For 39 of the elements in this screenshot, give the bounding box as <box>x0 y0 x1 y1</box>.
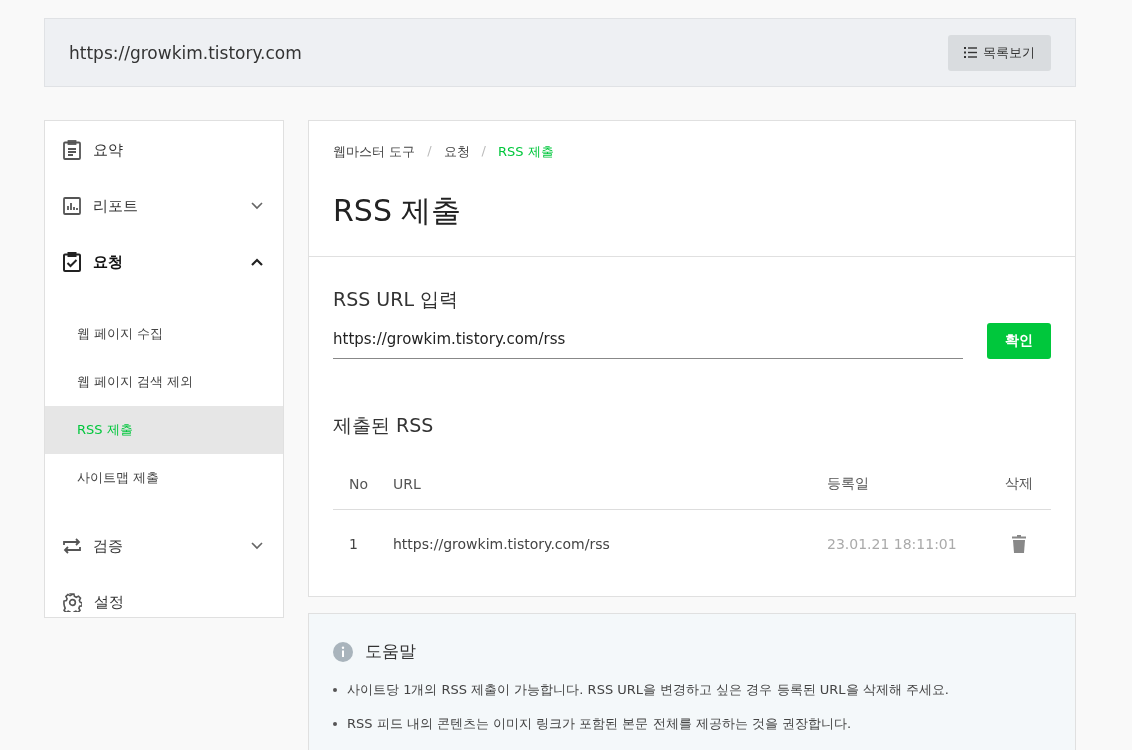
table-cell-text: 1 <box>348 536 359 552</box>
sidebar-subitem[interactable]: 웹 페이지 수집 <box>45 310 283 358</box>
help-title: 도움말 <box>365 640 416 663</box>
settings-icon <box>63 592 82 612</box>
info-icon <box>333 641 353 662</box>
sidebar-item[interactable]: 설정 <box>45 574 283 630</box>
chevron-up-icon <box>251 258 263 266</box>
list-icon <box>964 47 977 58</box>
column-header: 등록일 <box>827 475 870 493</box>
breadcrumb-separator: / <box>427 143 432 160</box>
help-text: RSS 피드 내의 콘텐츠는 이미지 링크가 포함된 본문 전체를 제공하는 것을 권장합니다. <box>347 715 852 733</box>
breadcrumb-link[interactable]: 웹마스터 도구 <box>333 143 416 161</box>
list-view-button[interactable]: 목록보기 <box>948 34 1051 71</box>
chevron-down-icon <box>251 542 263 550</box>
section-title: RSS URL 입력 <box>333 287 460 312</box>
breadcrumb-link[interactable]: 요청 <box>443 143 470 161</box>
trash-icon[interactable] <box>1012 535 1026 553</box>
section-title: 제출된 RSS <box>333 413 435 438</box>
clipboard-check-icon <box>63 252 81 272</box>
sidebar-subitem[interactable]: 사이트맵 제출 <box>45 454 283 502</box>
help-text: 사이트당 1개의 RSS 제출이 가능합니다. RSS URL을 변경하고 싶은 경우 등록된 URL을 삭제해 주세요. <box>347 681 949 699</box>
bar-chart-icon <box>63 197 81 215</box>
breadcrumb-separator: / <box>481 143 486 160</box>
sidebar-item[interactable]: 검증 <box>45 518 283 574</box>
site-url: https://growkim.tistory.com <box>69 42 302 63</box>
column-header: URL <box>393 476 422 492</box>
column-header: 삭제 <box>1004 475 1034 493</box>
sidebar-item[interactable]: 요약 <box>45 122 283 178</box>
column-header: No <box>348 476 370 492</box>
swap-arrows-icon <box>63 537 81 555</box>
table-cell-text: 23.01.21 18:11:01 <box>827 536 958 552</box>
page-title: RSS 제출 <box>333 192 463 230</box>
rss-url-input[interactable]: https://growkim.tistory.com/rss <box>333 323 963 359</box>
sidebar-subitem[interactable]: 웹 페이지 검색 제외 <box>45 358 283 406</box>
clipboard-icon <box>63 140 81 160</box>
sidebar-item[interactable]: 리포트 <box>45 178 283 234</box>
table-cell-text: https://growkim.tistory.com/rss <box>393 536 611 552</box>
chevron-down-icon <box>251 202 263 210</box>
sidebar-item[interactable]: 요청 <box>45 234 283 290</box>
